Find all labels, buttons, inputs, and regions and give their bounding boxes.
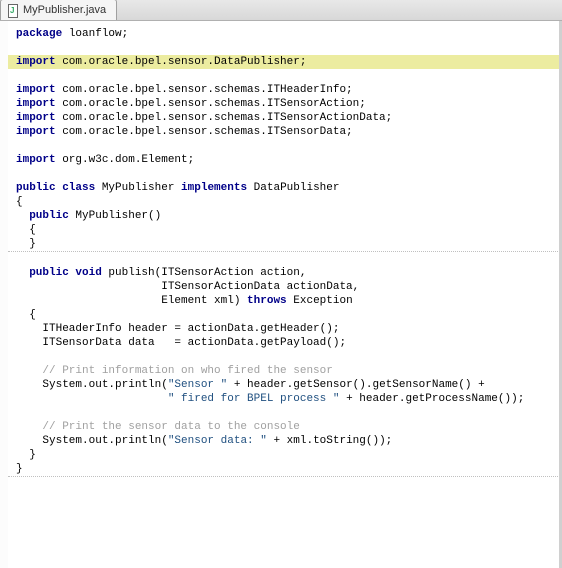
string-literal: "Sensor " — [168, 379, 227, 391]
code-line-blank — [8, 350, 562, 364]
code-line-blank — [8, 406, 562, 420]
editor-tab[interactable]: MyPublisher.java — [0, 0, 117, 20]
code-line-blank — [8, 69, 562, 83]
code-line-blank — [8, 41, 562, 55]
code-line: ITSensorData data = actionData.getPayloa… — [8, 336, 562, 350]
code-line: import com.oracle.bpel.sensor.schemas.IT… — [8, 83, 562, 97]
method-separator — [8, 251, 562, 266]
code-line: ITHeaderInfo header = actionData.getHead… — [8, 322, 562, 336]
code-line: ITSensorActionData actionData, — [8, 280, 562, 294]
code-line: import com.oracle.bpel.sensor.schemas.IT… — [8, 111, 562, 125]
code-line: package loanflow; — [8, 27, 562, 41]
method-separator — [8, 476, 562, 491]
code-line: } — [8, 237, 562, 251]
code-line: { — [8, 223, 562, 237]
comment: // Print information on who fired the se… — [16, 365, 333, 377]
code-line: System.out.println("Sensor data: " + xml… — [8, 434, 562, 448]
code-line: import org.w3c.dom.Element; — [8, 153, 562, 167]
iface-name: DataPublisher — [254, 182, 340, 194]
code-line: // Print information on who fired the se… — [8, 364, 562, 378]
class-name: MyPublisher — [102, 182, 181, 194]
code-line-blank — [8, 167, 562, 181]
code-line-blank — [8, 139, 562, 153]
code-line: public void publish(ITSensorAction actio… — [8, 266, 562, 280]
string-literal: "Sensor data: " — [168, 435, 267, 447]
code-line: " fired for BPEL process " + header.getP… — [8, 392, 562, 406]
comment: // Print the sensor data to the console — [16, 421, 300, 433]
code-line: { — [8, 195, 562, 209]
string-literal: " fired for BPEL process " — [168, 393, 340, 405]
method-sig: publish(ITSensorAction action, — [108, 267, 306, 279]
code-line: } — [8, 462, 562, 476]
code-line: // Print the sensor data to the console — [8, 420, 562, 434]
code-line: import com.oracle.bpel.sensor.schemas.IT… — [8, 125, 562, 139]
code-line: import com.oracle.bpel.sensor.schemas.IT… — [8, 97, 562, 111]
ctor: MyPublisher() — [75, 210, 161, 222]
code-line: public MyPublisher() — [8, 209, 562, 223]
tab-bar: MyPublisher.java — [0, 0, 562, 21]
code-line-highlighted: import com.oracle.bpel.sensor.DataPublis… — [8, 55, 562, 69]
code-line: public class MyPublisher implements Data… — [8, 181, 562, 195]
code-line: { — [8, 308, 562, 322]
code-line: Element xml) throws Exception — [8, 294, 562, 308]
java-file-icon — [5, 3, 19, 17]
code-line: } — [8, 448, 562, 462]
tab-filename: MyPublisher.java — [23, 4, 106, 16]
code-editor[interactable]: package loanflow; import com.oracle.bpel… — [0, 21, 562, 568]
code-line: System.out.println("Sensor " + header.ge… — [8, 378, 562, 392]
